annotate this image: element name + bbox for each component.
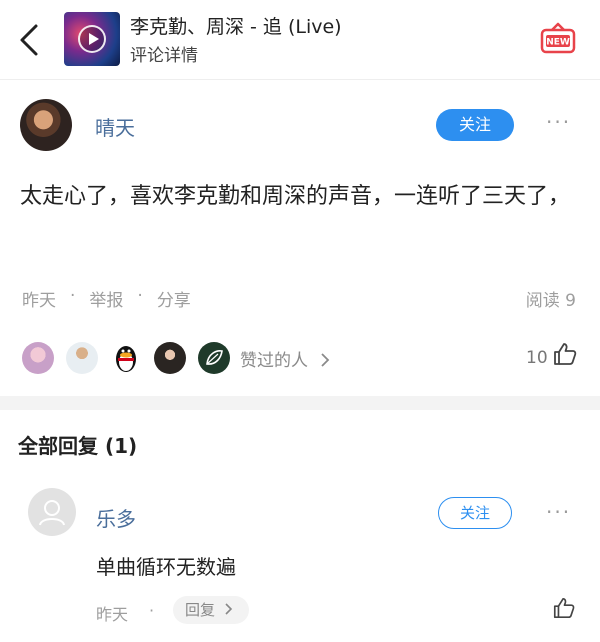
comment-username[interactable]: 晴天 [95, 112, 135, 141]
liker-avatars[interactable] [22, 340, 242, 376]
comment-meta: 昨天 · 举报 · 分享 [22, 286, 191, 311]
separator: · [70, 286, 76, 306]
chevron-right-icon [225, 603, 232, 615]
separator: · [137, 286, 143, 306]
reply-button[interactable]: 回复 [173, 596, 249, 624]
penguin-icon [116, 346, 136, 372]
chevron-right-icon [321, 353, 330, 367]
reply-follow-button[interactable]: 关注 [438, 497, 512, 529]
reply-time: 昨天 [96, 605, 129, 624]
play-icon[interactable] [78, 25, 106, 53]
liker-avatar[interactable] [110, 342, 142, 374]
liker-avatar[interactable] [22, 342, 54, 374]
back-button[interactable] [12, 20, 48, 60]
new-badge-text: NEW [546, 38, 570, 48]
separator: · [149, 601, 155, 620]
new-badge-icon[interactable]: NEW [540, 22, 576, 56]
reply-button-label: 回复 [185, 601, 216, 619]
liker-avatar[interactable] [66, 342, 98, 374]
like-count: 10 [526, 348, 548, 368]
liked-by-link[interactable]: 赞过的人 [240, 346, 331, 371]
default-avatar-icon [39, 500, 65, 526]
reply-more-options-icon[interactable]: ··· [546, 500, 571, 524]
liked-by-label: 赞过的人 [240, 351, 308, 371]
liker-avatar[interactable] [154, 342, 186, 374]
liker-avatar[interactable] [198, 342, 230, 374]
thumbs-up-icon [554, 343, 577, 365]
comment-time: 昨天 [22, 291, 56, 311]
leaf-icon [206, 350, 223, 365]
chevron-left-icon [20, 24, 38, 56]
replies-heading: 全部回复 (1) [18, 434, 138, 458]
comment-text: 太走心了，喜欢李克勤和周深的声音，一连听了三天了， [20, 184, 571, 209]
reply-text: 单曲循环无数遍 [96, 555, 236, 579]
song-title[interactable]: 李克勤、周深 - 追 (Live) [130, 12, 342, 39]
section-divider [0, 396, 600, 410]
share-link[interactable]: 分享 [157, 286, 191, 311]
read-count: 阅读 9 [525, 291, 576, 311]
follow-button[interactable]: 关注 [436, 109, 514, 141]
more-options-icon[interactable]: ··· [546, 110, 571, 134]
page-title: 评论详情 [130, 46, 198, 66]
report-link[interactable]: 举报 [89, 286, 123, 311]
avatar[interactable] [20, 99, 72, 151]
reply-avatar[interactable] [28, 488, 76, 536]
album-cover[interactable] [64, 12, 120, 66]
thumbs-up-icon [553, 597, 575, 619]
top-bar: 李克勤、周深 - 追 (Live) 评论详情 NEW [0, 0, 600, 80]
like-button[interactable] [552, 341, 578, 367]
reply-username[interactable]: 乐多 [96, 503, 136, 532]
reply-like-button[interactable] [552, 596, 576, 620]
